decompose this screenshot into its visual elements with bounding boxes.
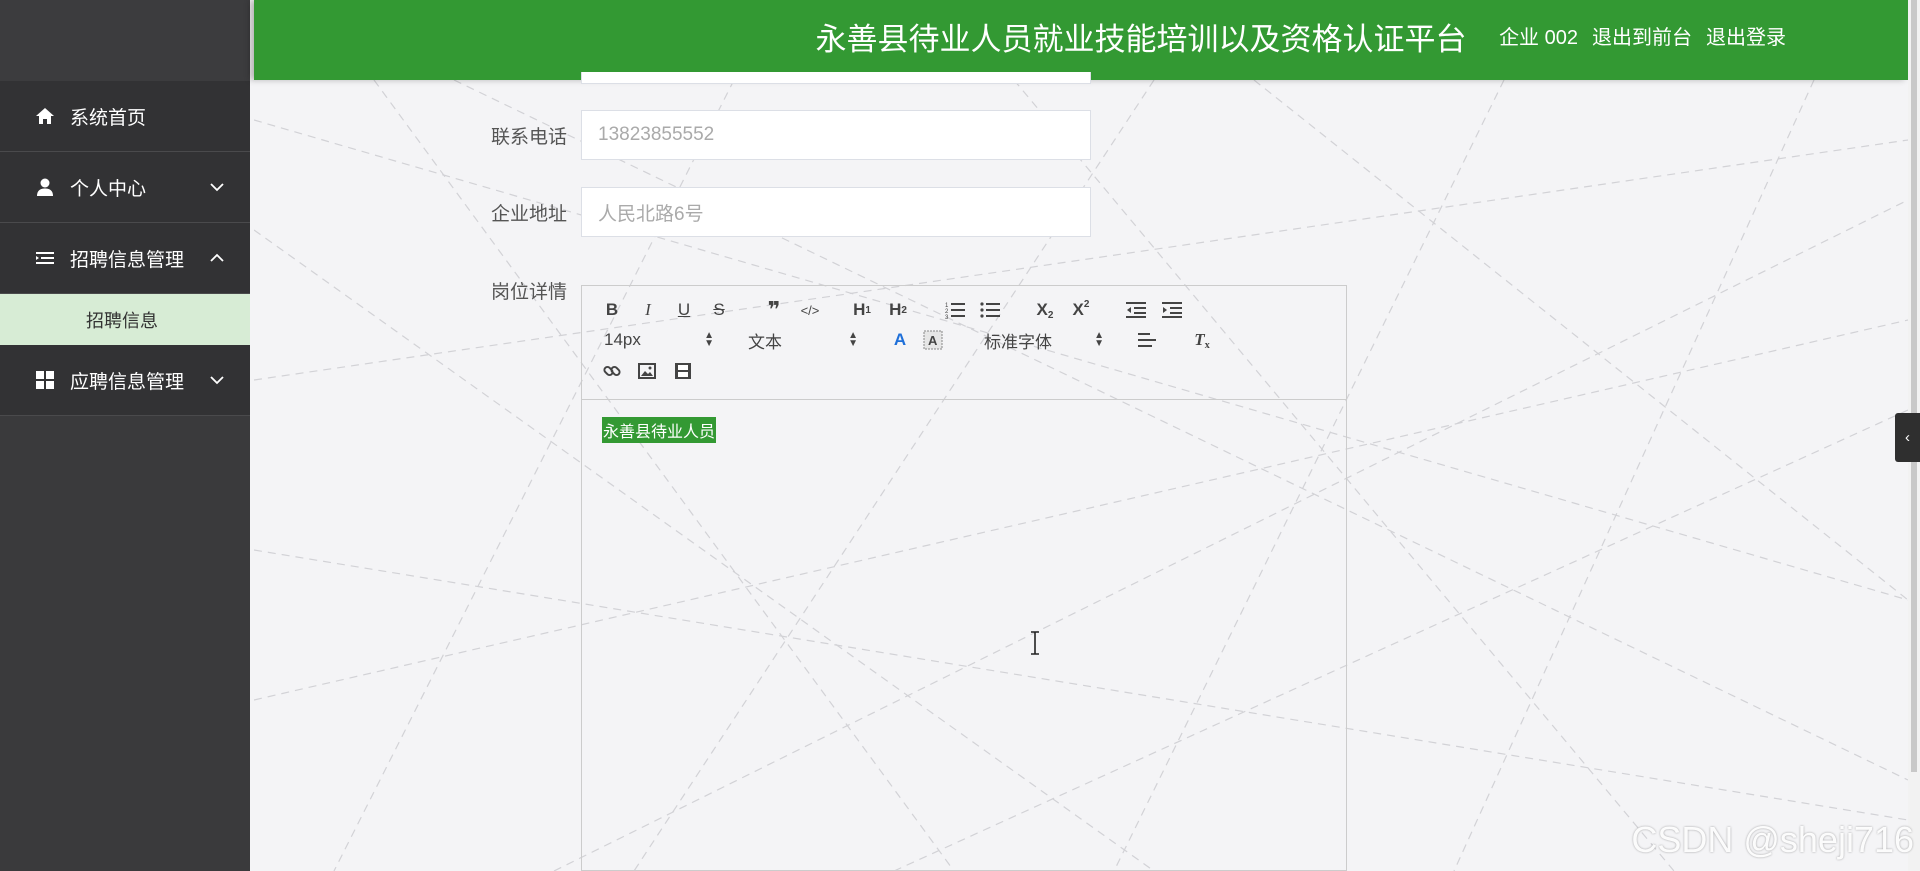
subscript-icon[interactable]: X2 <box>1034 300 1056 321</box>
font-color-icon[interactable]: A <box>890 330 910 350</box>
sidebar-item-label: 应聘信息管理 <box>70 371 185 393</box>
italic-icon[interactable]: I <box>638 300 658 320</box>
select-arrows-icon: ▲ ▼ <box>1094 330 1104 349</box>
svg-text:A: A <box>928 333 938 348</box>
sidebar-item-application-management[interactable]: 应聘信息管理 <box>0 345 250 416</box>
address-label: 企业地址 <box>490 203 567 225</box>
selected-content-text: 永善县待业人员 <box>602 417 717 443</box>
chevron-down-icon <box>210 376 224 385</box>
logout-link[interactable]: 退出登录 <box>1706 0 1786 76</box>
current-user: 企业 002 <box>1499 27 1578 49</box>
video-icon[interactable] <box>673 361 693 381</box>
phone-label: 联系电话 <box>490 126 567 148</box>
format-select[interactable]: 文本 ▲ ▼ <box>748 330 858 352</box>
background-color-icon[interactable]: A <box>923 330 943 350</box>
format-value: 文本 <box>748 332 782 352</box>
top-header: 永善县待业人员就业技能培训以及资格认证平台 企业 002 退出到前台 退出登录 <box>254 0 1908 80</box>
header-actions: 企业 002 退出到前台 退出登录 <box>1499 0 1786 76</box>
heading1-icon[interactable]: H1 <box>850 300 874 320</box>
svg-text:3: 3 <box>945 315 949 319</box>
font-family-select[interactable]: 标准字体 ▲ ▼ <box>984 330 1104 352</box>
strikethrough-icon[interactable]: S <box>709 300 729 320</box>
sidebar-item-label: 招聘信息管理 <box>70 249 185 271</box>
heading2-icon[interactable]: H2 <box>886 300 910 320</box>
select-arrows-icon: ▲ ▼ <box>704 330 714 349</box>
sidebar-item-personal-center[interactable]: 个人中心 <box>0 152 250 223</box>
editor-toolbar: B I U S ❞ </> H1 H2 123 X2 X2 14px ▲ ▼ 文本… <box>582 286 1346 400</box>
outdent-icon[interactable] <box>1125 300 1147 320</box>
sidebar-item-label: 个人中心 <box>70 178 147 200</box>
list-icon <box>34 247 56 269</box>
font-family-value: 标准字体 <box>984 332 1052 352</box>
sidebar-item-home[interactable]: 系统首页 <box>0 81 250 152</box>
sidebar-item-recruitment-management[interactable]: 招聘信息管理 <box>0 223 250 294</box>
grid-icon <box>34 369 56 391</box>
sidebar-logo-area <box>0 0 250 81</box>
form-row-address: 企业地址 <box>477 187 1091 237</box>
bold-icon[interactable]: B <box>602 300 622 320</box>
rich-text-editor: B I U S ❞ </> H1 H2 123 X2 X2 14px ▲ ▼ 文本… <box>581 285 1347 871</box>
underline-icon[interactable]: U <box>674 300 694 320</box>
blockquote-icon[interactable]: ❞ <box>763 297 785 322</box>
scrolled-input-field[interactable] <box>581 72 1091 84</box>
scrollbar-thumb[interactable] <box>1911 0 1917 772</box>
phone-field[interactable] <box>581 110 1091 160</box>
select-arrows-icon: ▲ ▼ <box>848 330 858 349</box>
image-icon[interactable] <box>637 361 657 381</box>
superscript-icon[interactable]: X2 <box>1070 299 1092 320</box>
font-size-select[interactable]: 14px ▲ ▼ <box>604 330 714 350</box>
font-size-value: 14px <box>604 330 641 349</box>
home-icon <box>34 105 56 127</box>
collapse-tab-button[interactable]: ‹ <box>1895 413 1920 462</box>
form-row-detail: 岗位详情 <box>477 277 581 304</box>
watermark: CSDN @sheji716 <box>1631 819 1914 860</box>
editor-content-area[interactable]: 永善县待业人员 <box>582 400 1346 870</box>
align-icon[interactable] <box>1137 330 1157 350</box>
address-field[interactable] <box>581 187 1091 237</box>
user-icon <box>34 176 56 198</box>
sidebar-item-label: 系统首页 <box>70 107 147 129</box>
back-to-front-link[interactable]: 退出到前台 <box>1592 0 1692 76</box>
sidebar: 系统首页 个人中心 招聘信息管理 招聘信息 应聘信息管理 <box>0 0 250 871</box>
form-row-phone: 联系电话 <box>477 110 1091 160</box>
sidebar-subitem-recruitment-info[interactable]: 招聘信息 <box>0 294 250 345</box>
ordered-list-icon[interactable]: 123 <box>944 300 966 320</box>
bullet-list-icon[interactable] <box>979 300 1001 320</box>
chevron-up-icon <box>210 253 224 262</box>
indent-icon[interactable] <box>1161 300 1183 320</box>
clear-format-icon[interactable]: Tx <box>1192 330 1212 351</box>
link-icon[interactable] <box>602 361 622 381</box>
detail-label: 岗位详情 <box>490 282 567 303</box>
code-icon[interactable]: </> <box>798 300 822 320</box>
text-cursor-icon <box>1031 631 1039 655</box>
chevron-down-icon <box>210 183 224 192</box>
